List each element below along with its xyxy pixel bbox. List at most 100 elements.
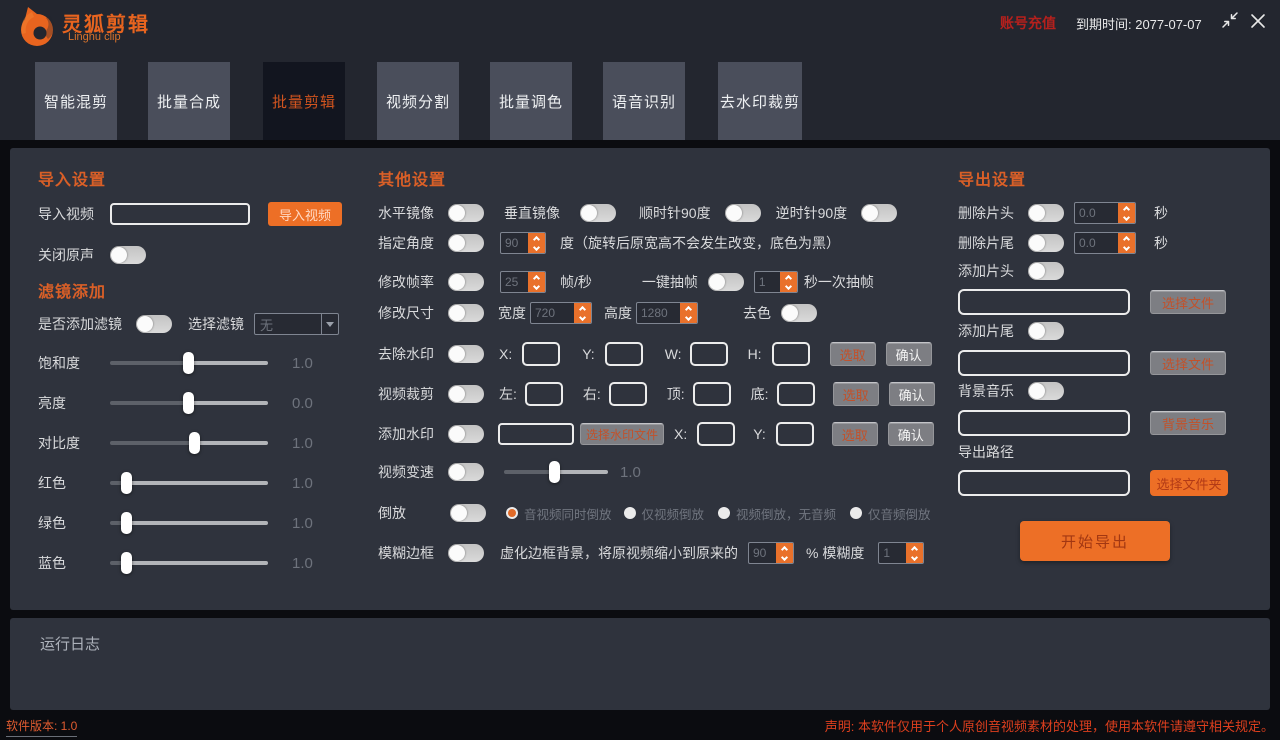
framerate-spinner[interactable]: 25 [500,271,546,293]
blur-amount-spinner[interactable]: 1 [878,542,925,564]
tab-smart-mix[interactable]: 智能混剪 [35,62,117,140]
spinner-up-icon[interactable] [684,305,693,313]
filter-select-dropdown[interactable]: 无 [254,313,339,335]
crop-top-input[interactable] [692,382,731,406]
export-path-input[interactable] [958,470,1130,496]
spinner-buttons[interactable] [1118,203,1135,223]
wm-x-input[interactable] [522,342,561,366]
spinner-buttons[interactable] [1118,233,1135,253]
account-recharge-link[interactable]: 账号充值 [1000,13,1056,33]
wm-y-input[interactable] [604,342,643,366]
spinner-up-icon[interactable] [532,274,541,282]
delete-head-spinner[interactable]: 0.0 [1074,202,1136,224]
import-video-button[interactable]: 导入视频 [268,202,342,226]
radio-video-reverse-no-audio[interactable] [718,507,731,519]
bgm-file-input[interactable] [958,410,1130,436]
spinner-up-icon[interactable] [1122,205,1131,213]
choose-tail-file-button[interactable]: 选择文件 [1150,351,1226,375]
spinner-down-icon[interactable] [578,313,587,321]
start-export-button[interactable]: 开始导出 [1020,521,1170,561]
spinner-buttons[interactable] [528,233,545,253]
spinner-up-icon[interactable] [532,235,541,243]
delete-tail-spinner[interactable]: 0.0 [1074,232,1136,254]
spinner-down-icon[interactable] [1122,213,1131,221]
add-wm-toggle[interactable] [448,425,484,443]
add-tail-toggle[interactable] [1028,322,1064,340]
blue-slider[interactable] [110,552,268,574]
spinner-down-icon[interactable] [532,282,541,290]
add-head-toggle[interactable] [1028,262,1064,280]
delete-head-toggle[interactable] [1028,204,1064,222]
spinner-down-icon[interactable] [1122,243,1131,251]
rotate-cw-toggle[interactable] [724,204,761,222]
slider-handle[interactable] [121,512,133,534]
blur-scale-spinner[interactable]: 90 [748,542,794,564]
speed-toggle[interactable] [448,463,484,481]
import-video-input[interactable] [110,203,250,225]
red-slider[interactable] [110,472,268,494]
wm-h-input[interactable] [771,342,810,366]
add-wm-file-input[interactable] [498,423,574,445]
spinner-up-icon[interactable] [780,545,789,553]
crop-right-input[interactable] [608,382,647,406]
add-wm-x-input[interactable] [697,422,736,446]
spinner-down-icon[interactable] [684,313,693,321]
framerate-toggle[interactable] [448,273,484,291]
radio-audio-only-reverse[interactable] [850,507,863,519]
crop-left-input[interactable] [524,382,563,406]
rotate-ccw-toggle[interactable] [861,204,898,222]
contrast-slider[interactable] [110,432,268,454]
spinner-down-icon[interactable] [911,553,919,561]
speed-slider[interactable] [504,461,608,483]
spinner-buttons[interactable] [528,272,545,292]
spinner-buttons[interactable] [574,303,591,323]
tab-watermark-crop[interactable]: 去水印裁剪 [718,62,802,140]
bgm-file-button[interactable]: 背景音乐 [1150,411,1226,435]
crop-toggle[interactable] [448,385,484,403]
choose-folder-button[interactable]: 选择文件夹 [1150,470,1228,496]
reverse-toggle[interactable] [450,504,486,522]
slider-handle[interactable] [183,392,194,414]
angle-spinner[interactable]: 90 [500,232,546,254]
mirror-v-toggle[interactable] [580,204,616,222]
add-wm-confirm-button[interactable]: 确认 [887,422,934,446]
remove-wm-confirm-button[interactable]: 确认 [885,342,932,366]
add-wm-pick-button[interactable]: 选取 [831,422,878,446]
add-wm-y-input[interactable] [775,422,814,446]
spinner-buttons[interactable] [680,303,697,323]
bgm-toggle[interactable] [1028,382,1064,400]
mute-original-toggle[interactable] [110,246,146,264]
height-spinner[interactable]: 1280 [636,302,698,324]
radio-av-reverse[interactable] [506,507,518,519]
wm-w-input[interactable] [689,342,728,366]
spinner-buttons[interactable] [779,272,797,292]
choose-wm-file-button[interactable]: 选择水印文件 [580,423,665,445]
width-spinner[interactable]: 720 [530,302,592,324]
delete-tail-toggle[interactable] [1028,234,1064,252]
dropdown-arrow-icon[interactable] [321,314,338,334]
slider-handle[interactable] [121,552,133,574]
spinner-up-icon[interactable] [578,305,587,313]
resize-toggle[interactable] [448,304,484,322]
minimize-collapse-icon[interactable] [1221,11,1239,34]
extract-toggle[interactable] [707,273,744,291]
crop-confirm-button[interactable]: 确认 [888,382,935,406]
slider-handle[interactable] [183,352,194,374]
slider-handle[interactable] [548,461,560,483]
remove-wm-toggle[interactable] [448,345,484,363]
tab-speech-recog[interactable]: 语音识别 [603,62,685,140]
spinner-down-icon[interactable] [532,243,541,251]
decolor-toggle[interactable] [781,304,817,322]
remove-wm-pick-button[interactable]: 选取 [829,342,876,366]
spinner-down-icon[interactable] [780,553,789,561]
tab-video-split[interactable]: 视频分割 [377,62,459,140]
add-filter-toggle[interactable] [136,315,172,333]
crop-pick-button[interactable]: 选取 [832,382,879,406]
slider-handle[interactable] [189,432,201,454]
brightness-slider[interactable] [110,392,268,414]
tab-batch-color[interactable]: 批量调色 [490,62,572,140]
close-icon[interactable] [1248,11,1268,36]
slider-handle[interactable] [121,472,133,494]
tab-batch-compose[interactable]: 批量合成 [148,62,230,140]
spinner-up-icon[interactable] [911,545,919,553]
